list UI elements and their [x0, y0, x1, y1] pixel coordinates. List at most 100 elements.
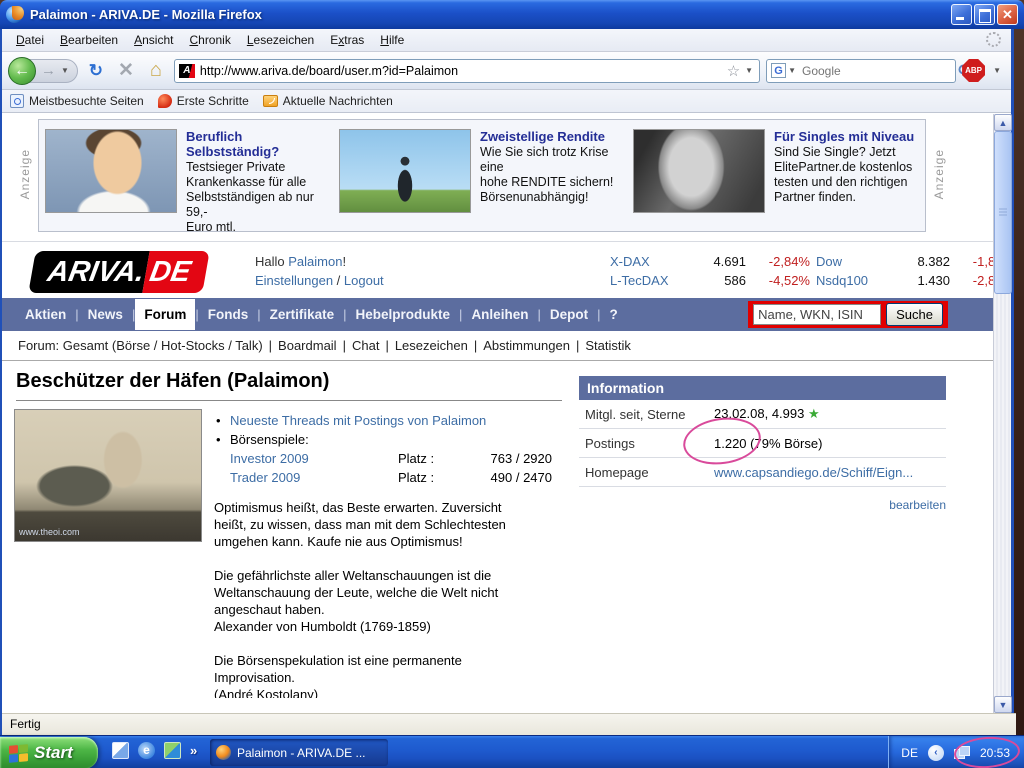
- taskbar-task-firefox[interactable]: Palaimon - ARIVA.DE ...: [210, 739, 388, 766]
- bookmark-meistbesuchte[interactable]: Meistbesuchte Seiten: [10, 94, 144, 108]
- index-name[interactable]: X-DAX: [610, 252, 688, 271]
- close-button[interactable]: [997, 4, 1018, 25]
- subnav-chat[interactable]: Chat: [352, 338, 379, 353]
- quicklaunch-ie-icon[interactable]: e: [138, 742, 155, 759]
- vertical-scrollbar[interactable]: ▲ ▼: [993, 114, 1011, 713]
- rank-value: 763 / 2920: [460, 449, 552, 468]
- nav-zertifikate[interactable]: Zertifikate: [261, 299, 344, 330]
- ad-title-link[interactable]: Beruflich Selbstständig?: [186, 129, 331, 159]
- window-title: Palaimon - ARIVA.DE - Mozilla Firefox: [30, 7, 262, 22]
- window-titlebar[interactable]: Palaimon - ARIVA.DE - Mozilla Firefox: [0, 0, 1024, 29]
- reload-button[interactable]: ↻: [84, 61, 108, 81]
- nav-aktien[interactable]: Aktien: [16, 299, 75, 330]
- scroll-up-button[interactable]: ▲: [994, 114, 1012, 131]
- game-trader-link[interactable]: Trader 2009: [230, 468, 398, 487]
- menu-lesezeichen[interactable]: Lesezeichen: [239, 30, 322, 50]
- subnav-abstimmungen[interactable]: Abstimmungen: [483, 338, 570, 353]
- settings-link[interactable]: Einstellungen: [255, 273, 333, 288]
- ad-item[interactable]: Beruflich Selbstständig? Testsieger Priv…: [45, 129, 331, 222]
- ad-image-father-child[interactable]: [339, 129, 471, 213]
- menu-extras[interactable]: Extras: [322, 30, 372, 50]
- nav-fonds[interactable]: Fonds: [199, 299, 258, 330]
- vertical-scrollbar-thumb[interactable]: [994, 131, 1012, 294]
- maximize-button[interactable]: [974, 4, 995, 25]
- nav-anleihen[interactable]: Anleihen: [462, 299, 537, 330]
- web-search-bar[interactable]: G ▼: [766, 59, 956, 83]
- subnav-lesezeichen[interactable]: Lesezeichen: [395, 338, 468, 353]
- home-button[interactable]: ⌂: [144, 59, 168, 82]
- ad-item[interactable]: Zweistellige Rendite Wie Sie sich trotz …: [339, 129, 625, 222]
- index-change: -2,84%: [752, 252, 810, 271]
- nav-depot[interactable]: Depot: [541, 299, 597, 330]
- game-investor-link[interactable]: Investor 2009: [230, 449, 398, 468]
- url-input[interactable]: [200, 64, 724, 78]
- forward-button[interactable]: →: [38, 62, 59, 79]
- index-name[interactable]: L-TecDAX: [610, 271, 688, 290]
- url-bar[interactable]: A ☆ ▼: [174, 59, 760, 83]
- ad-title-link[interactable]: Für Singles mit Niveau: [774, 129, 914, 144]
- info-box-title: Information: [579, 376, 946, 400]
- edit-link[interactable]: bearbeiten: [889, 498, 946, 512]
- games-label: Börsenspiele:: [214, 430, 559, 449]
- ariva-logo[interactable]: ARIVA. DE: [28, 251, 210, 293]
- menu-datei[interactable]: Datei: [8, 30, 52, 50]
- history-dropdown-icon[interactable]: ▼: [59, 66, 71, 75]
- homepage-link[interactable]: www.capsandiego.de/Schiff/Eign...: [714, 465, 946, 480]
- threads-link[interactable]: Neueste Threads mit Postings von Palaimo…: [230, 413, 486, 428]
- logout-link[interactable]: Logout: [344, 273, 384, 288]
- menu-chronik[interactable]: Chronik: [181, 30, 238, 50]
- back-button[interactable]: ←: [8, 57, 36, 85]
- profile-links: Neueste Threads mit Postings von Palaimo…: [214, 411, 559, 487]
- ad-image-man-portrait[interactable]: [45, 129, 177, 213]
- site-header: ARIVA. DE Hallo Palaimon! Einstellungen …: [2, 241, 998, 298]
- menu-bearbeiten[interactable]: Bearbeiten: [52, 30, 126, 50]
- url-dropdown-icon[interactable]: ▼: [743, 66, 755, 75]
- taskbar-clock: 20:53: [980, 746, 1010, 760]
- ad-title-link[interactable]: Zweistellige Rendite: [480, 129, 625, 144]
- stop-button[interactable]: ✕: [114, 59, 138, 82]
- language-indicator[interactable]: DE: [901, 746, 918, 760]
- web-search-input[interactable]: [802, 64, 957, 78]
- bookmark-star-icon[interactable]: ☆: [724, 62, 743, 80]
- scroll-down-button[interactable]: ▼: [994, 696, 1012, 713]
- start-button[interactable]: Start: [0, 737, 98, 768]
- network-icon[interactable]: [954, 746, 970, 759]
- tray-chevron-icon[interactable]: ‹: [928, 745, 944, 761]
- nav-hebelprodukte[interactable]: Hebelprodukte: [347, 299, 460, 330]
- stock-search-button[interactable]: Suche: [886, 303, 943, 326]
- quicklaunch-desktop-icon[interactable]: [164, 742, 181, 759]
- nav-help[interactable]: ?: [600, 299, 626, 330]
- quicklaunch-overflow-chevron[interactable]: »: [190, 743, 197, 758]
- ad-item[interactable]: Für Singles mit Niveau Sind Sie Single? …: [633, 129, 919, 222]
- news-feed-folder-icon: [263, 95, 278, 107]
- windows-logo-icon: [9, 744, 28, 763]
- info-value: 23.02.08, 4.993: [714, 406, 804, 421]
- adblock-icon[interactable]: ABP: [962, 59, 985, 82]
- info-label: Postings: [579, 436, 714, 451]
- bookmark-erste-schritte[interactable]: Erste Schritte: [158, 94, 249, 108]
- nav-forum[interactable]: Forum: [135, 299, 195, 330]
- getting-started-icon: [158, 94, 172, 108]
- nav-news[interactable]: News: [79, 299, 132, 330]
- stock-search-box: Suche: [748, 301, 948, 328]
- bookmark-aktuelle-nachrichten[interactable]: Aktuelle Nachrichten: [263, 94, 393, 108]
- ad-image-woman-face[interactable]: [633, 129, 765, 213]
- menu-ansicht[interactable]: Ansicht: [126, 30, 181, 50]
- quicklaunch-mail-icon[interactable]: [112, 742, 129, 759]
- search-engine-dropdown-icon[interactable]: ▼: [786, 66, 798, 75]
- index-name[interactable]: Dow: [816, 252, 888, 271]
- index-name[interactable]: Nsdq100: [816, 271, 888, 290]
- main-navigation: Aktien| News| Forum| Fonds| Zertifikate|…: [2, 298, 998, 331]
- ad-text: Wie Sie sich trotz Krise eine hohe RENDI…: [480, 145, 625, 205]
- menu-hilfe[interactable]: Hilfe: [372, 30, 412, 50]
- index-value: 1.430: [894, 271, 950, 290]
- username-link[interactable]: Palaimon: [288, 254, 342, 269]
- stock-search-input[interactable]: [753, 304, 881, 325]
- google-logo-icon[interactable]: G: [771, 63, 786, 78]
- minimize-button[interactable]: [951, 4, 972, 25]
- subnav-boardmail[interactable]: Boardmail: [278, 338, 337, 353]
- adblock-dropdown-icon[interactable]: ▼: [991, 66, 1003, 75]
- subnav-statistik[interactable]: Statistik: [585, 338, 631, 353]
- image-watermark: www.theoi.com: [19, 527, 80, 537]
- logo-text-black: ARIVA.: [28, 251, 150, 293]
